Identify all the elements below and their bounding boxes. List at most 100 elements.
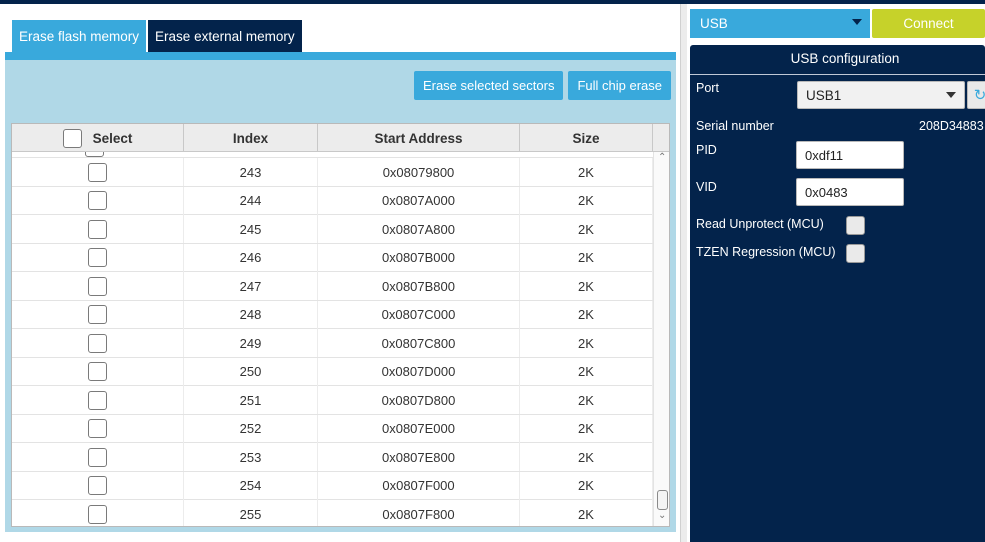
- usb-configuration: USB configuration Port USB1 ↻ Serial num…: [690, 45, 985, 542]
- table-row[interactable]: 244 0x0807A000 2K: [12, 186, 653, 215]
- table-body: 243 0x08079800 2K 244 0x0807A000 2K 245 0x0807A…: [12, 152, 653, 526]
- interface-value: USB: [700, 16, 728, 31]
- read-unprotect-checkbox[interactable]: [846, 216, 865, 235]
- table-row[interactable]: 246 0x0807B000 2K: [12, 243, 653, 272]
- cell-size: 2K: [520, 500, 653, 526]
- table-row[interactable]: 249 0x0807C800 2K: [12, 329, 653, 358]
- cell-start-address: 0x08079800: [318, 158, 520, 186]
- tzen-regression-checkbox[interactable]: [846, 244, 865, 263]
- cell-start-address: 0x0807E000: [318, 414, 520, 443]
- erase-selected-sectors-button[interactable]: Erase selected sectors: [413, 71, 564, 100]
- row-checkbox[interactable]: [88, 162, 107, 182]
- cell-size: 2K: [520, 186, 653, 215]
- config-title: USB configuration: [790, 51, 900, 66]
- row-checkbox[interactable]: [88, 276, 107, 296]
- cell-index: 245: [184, 215, 318, 243]
- row-checkbox[interactable]: [88, 362, 107, 381]
- cell-index: 254: [184, 471, 318, 500]
- cell-start-address: 0x0807F800: [318, 500, 520, 526]
- vid-field[interactable]: 0x0483: [796, 178, 904, 206]
- table-row[interactable]: 243 0x08079800 2K: [12, 158, 653, 187]
- column-header-start-address[interactable]: Start Address: [318, 124, 520, 152]
- table-header: Select Index Start Address Size: [12, 124, 669, 152]
- cell-select: [12, 300, 184, 329]
- cell-index: 250: [184, 357, 318, 386]
- connect-button[interactable]: Connect: [872, 9, 985, 38]
- port-select[interactable]: USB1: [797, 81, 965, 109]
- sectors-table: Select Index Start Address Size 243 0x080…: [11, 123, 670, 527]
- table-row[interactable]: 248 0x0807C000 2K: [12, 300, 653, 329]
- cell-select: [12, 386, 184, 414]
- erase-content: Erase selected sectors Full chip erase S…: [5, 52, 676, 532]
- cell-size: 2K: [520, 300, 653, 329]
- column-label-select: Select: [92, 130, 133, 146]
- table-row[interactable]: 254 0x0807F000 2K: [12, 471, 653, 500]
- interface-select[interactable]: USB: [690, 9, 870, 38]
- port-label: Port: [696, 81, 719, 95]
- cell-index: 249: [184, 329, 318, 357]
- table-scrollbar[interactable]: ⌃ ⌄: [653, 152, 669, 526]
- cell-index: 253: [184, 443, 318, 471]
- cell-select: [12, 471, 184, 500]
- table-row[interactable]: 252 0x0807E000 2K: [12, 414, 653, 443]
- cell-size: 2K: [520, 471, 653, 500]
- erase-actions: Erase selected sectors Full chip erase: [413, 71, 671, 100]
- cell-index: 252: [184, 414, 318, 443]
- cell-size: 2K: [520, 215, 653, 243]
- tab-erase-external-memory[interactable]: Erase external memory: [148, 20, 302, 52]
- row-checkbox[interactable]: [88, 390, 107, 410]
- cell-select: [12, 414, 184, 443]
- row-checkbox[interactable]: [88, 191, 107, 210]
- table-row[interactable]: 250 0x0807D000 2K: [12, 357, 653, 386]
- column-header-index[interactable]: Index: [184, 124, 318, 152]
- row-checkbox[interactable]: [88, 248, 107, 267]
- cell-index: 251: [184, 386, 318, 414]
- config-divider: [690, 74, 985, 75]
- cell-select: [12, 357, 184, 386]
- cell-select: [12, 500, 184, 526]
- tab-underline: [5, 52, 676, 60]
- panel-splitter[interactable]: [680, 4, 687, 542]
- scroll-up-icon[interactable]: ⌃: [658, 152, 666, 163]
- row-checkbox[interactable]: [88, 219, 107, 239]
- refresh-button[interactable]: ↻: [967, 81, 985, 109]
- cell-start-address: 0x0807D800: [318, 386, 520, 414]
- cell-start-address: 0x0807F000: [318, 471, 520, 500]
- row-checkbox[interactable]: [88, 447, 107, 467]
- row-checkbox[interactable]: [88, 476, 107, 495]
- cell-index: 255: [184, 500, 318, 526]
- select-all-checkbox[interactable]: [62, 128, 82, 148]
- cell-start-address: 0x0807B000: [318, 243, 520, 272]
- refresh-icon: ↻: [973, 87, 985, 104]
- column-header-select: Select: [12, 124, 184, 152]
- row-checkbox[interactable]: [85, 152, 104, 157]
- tzen-regression-label: TZEN Regression (MCU): [696, 245, 836, 259]
- pid-field[interactable]: 0xdf11: [796, 141, 904, 169]
- cell-select: [12, 158, 184, 186]
- cell-index: 243: [184, 158, 318, 186]
- full-chip-erase-button[interactable]: Full chip erase: [568, 71, 671, 100]
- cell-start-address: 0x0807B800: [318, 272, 520, 300]
- table-row[interactable]: 255 0x0807F800 2K: [12, 500, 653, 526]
- cell-size: 2K: [520, 243, 653, 272]
- connection-panel: USB Connect USB configuration Port USB1 …: [687, 4, 985, 542]
- row-checkbox[interactable]: [88, 305, 107, 324]
- cell-select: [12, 272, 184, 300]
- cell-start-address: 0x0807C000: [318, 300, 520, 329]
- scroll-thumb[interactable]: [657, 490, 668, 510]
- table-row[interactable]: 247 0x0807B800 2K: [12, 272, 653, 301]
- row-checkbox[interactable]: [88, 504, 107, 524]
- row-checkbox[interactable]: [88, 419, 107, 438]
- column-header-size[interactable]: Size: [520, 124, 653, 152]
- cell-size: 2K: [520, 357, 653, 386]
- tab-erase-flash-memory[interactable]: Erase flash memory: [12, 20, 147, 52]
- table-row[interactable]: 253 0x0807E800 2K: [12, 443, 653, 472]
- cell-start-address: 0x0807E800: [318, 443, 520, 471]
- scroll-down-icon[interactable]: ⌄: [658, 510, 666, 521]
- chevron-down-icon: [852, 19, 862, 25]
- serial-number-label: Serial number: [696, 119, 774, 133]
- cell-start-address: 0x0807A000: [318, 186, 520, 215]
- table-row[interactable]: 251 0x0807D800 2K: [12, 386, 653, 415]
- table-row[interactable]: 245 0x0807A800 2K: [12, 215, 653, 244]
- row-checkbox[interactable]: [88, 333, 107, 353]
